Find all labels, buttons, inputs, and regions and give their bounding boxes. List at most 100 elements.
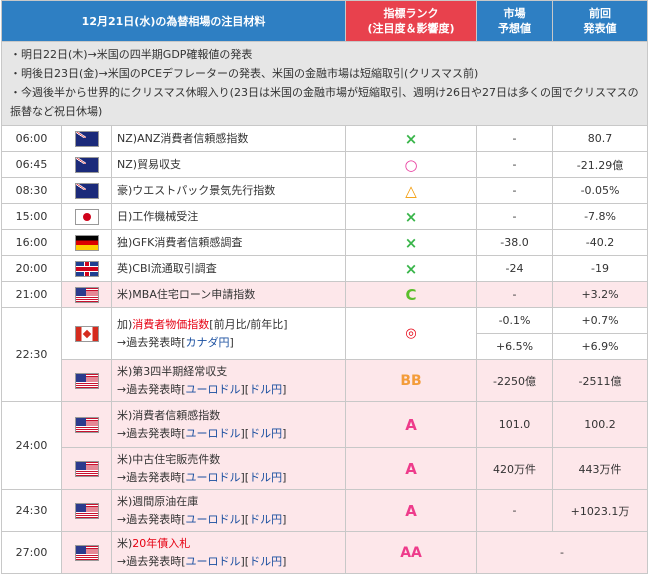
eurusd-history-link[interactable]: ユーロドル bbox=[186, 383, 241, 396]
history-suffix: ] bbox=[229, 335, 234, 349]
note-item: ・明日22日(木)→米国の四半期GDP確報値の発表 bbox=[10, 48, 253, 61]
previous-value: -40.2 bbox=[552, 229, 649, 256]
nz-flag-icon bbox=[74, 156, 99, 173]
history-prefix: →過去発表時[ bbox=[117, 512, 186, 526]
indicator-name: 日)工作機械受注 bbox=[110, 203, 347, 230]
history-suffix: ] bbox=[282, 382, 287, 396]
economic-calendar-table: 12月21日(水)の為替相場の注目材料 指標ランク (注目度＆影響度) 市場 予… bbox=[0, 0, 649, 574]
history-prefix: →過去発表時[ bbox=[117, 426, 186, 440]
rank-mark: A bbox=[345, 489, 478, 532]
table-row: 米)第3四半期経常収支 →過去発表時[ユーロドル][ドル円] BB -2250億… bbox=[2, 359, 649, 402]
previous-header-line1: 前回 bbox=[589, 7, 612, 20]
previous-value: +0.7% bbox=[552, 307, 649, 334]
rank-mark: BB bbox=[345, 359, 478, 402]
forecast-value: -0.1% bbox=[476, 307, 554, 334]
indicator-label: 消費者信頼感指数 bbox=[132, 408, 221, 422]
country-prefix: 豪) bbox=[117, 183, 133, 197]
indicator-name: 米)20年債入札 →過去発表時[ユーロドル][ドル円] bbox=[110, 531, 347, 574]
table-row: 22:30 加)消費者物価指数[前月比/前年比] →過去発表時[カナダ円] ◎ … bbox=[1, 307, 649, 402]
previous-value: -0.05% bbox=[552, 177, 649, 204]
usdjpy-history-link[interactable]: ドル円 bbox=[249, 471, 282, 484]
rank-mark: ◎ bbox=[345, 307, 478, 360]
previous-value: -21.29億 bbox=[552, 151, 649, 178]
usdjpy-history-link[interactable]: ドル円 bbox=[249, 427, 282, 440]
table-row: 24:30 米)週間原油在庫 →過去発表時[ユーロドル][ドル円] A - +1… bbox=[1, 489, 649, 532]
eurusd-history-link[interactable]: ユーロドル bbox=[186, 513, 241, 526]
previous-header-line2: 発表値 bbox=[583, 22, 617, 35]
table-row: 20:00 英)CBI流通取引調査 × -24 -19 bbox=[1, 255, 649, 282]
usdjpy-history-link[interactable]: ドル円 bbox=[249, 383, 282, 396]
indicator-label: 週間原油在庫 bbox=[132, 494, 199, 508]
country-prefix: 独) bbox=[117, 235, 133, 249]
indicator-name: NZ)貿易収支 bbox=[110, 151, 347, 178]
forecast-value: -38.0 bbox=[476, 229, 554, 256]
time-cell: 15:00 bbox=[1, 203, 62, 230]
previous-value: -7.8% bbox=[552, 203, 649, 230]
forecast-value: +6.5% bbox=[476, 333, 554, 360]
country-prefix: 米) bbox=[117, 408, 133, 422]
history-sep: ][ bbox=[240, 512, 250, 526]
eurusd-history-link[interactable]: ユーロドル bbox=[186, 555, 241, 568]
rank-header-line2: (注目度＆影響度) bbox=[367, 22, 455, 35]
indicator-label: 消費者物価指数 bbox=[132, 317, 210, 331]
country-prefix: 米) bbox=[117, 452, 133, 466]
usdjpy-history-link[interactable]: ドル円 bbox=[249, 555, 282, 568]
time-cell: 24:30 bbox=[1, 489, 62, 532]
us-flag-icon bbox=[74, 372, 99, 389]
table-row: 15:00 日)工作機械受注 × - -7.8% bbox=[1, 203, 649, 230]
result-value: - bbox=[476, 531, 649, 574]
country-prefix: NZ) bbox=[117, 131, 138, 145]
previous-value: 443万件 bbox=[552, 447, 649, 490]
indicator-suffix: [前月比/前年比] bbox=[209, 317, 288, 331]
rank-mark: × bbox=[345, 229, 478, 256]
history-suffix: ] bbox=[282, 554, 287, 568]
table-row: 24:00 米)消費者信頼感指数 →過去発表時[ユーロドル][ドル円] A 10… bbox=[1, 401, 649, 490]
note-item: ・明後日23日(金)→米国のPCEデフレーターの発表、米国の金融市場は短縮取引(… bbox=[10, 67, 479, 80]
indicator-label: 20年債入札 bbox=[132, 536, 191, 550]
forecast-value: - bbox=[476, 203, 554, 230]
rank-mark: C bbox=[345, 281, 478, 308]
history-sep: ][ bbox=[240, 470, 250, 484]
history-suffix: ] bbox=[282, 470, 287, 484]
indicator-name: 独)GFK消費者信頼感調査 bbox=[110, 229, 347, 256]
forecast-value: -2250億 bbox=[476, 359, 554, 402]
forecast-value: - bbox=[476, 177, 554, 204]
eurusd-history-link[interactable]: ユーロドル bbox=[186, 427, 241, 440]
forecast-value: -24 bbox=[476, 255, 554, 282]
eurusd-history-link[interactable]: ユーロドル bbox=[186, 471, 241, 484]
indicator-name: NZ)ANZ消費者信頼感指数 bbox=[110, 125, 347, 152]
time-cell: 20:00 bbox=[1, 255, 62, 282]
nz-flag-icon bbox=[74, 130, 99, 147]
time-cell: 08:30 bbox=[1, 177, 62, 204]
indicator-label: 第3四半期経常収支 bbox=[132, 364, 228, 378]
previous-value: +3.2% bbox=[552, 281, 649, 308]
indicator-name: 米)第3四半期経常収支 →過去発表時[ユーロドル][ドル円] bbox=[110, 359, 347, 402]
rank-mark: A bbox=[345, 447, 478, 490]
header-row: 12月21日(水)の為替相場の注目材料 指標ランク (注目度＆影響度) 市場 予… bbox=[0, 0, 649, 42]
rank-column-header: 指標ランク (注目度＆影響度) bbox=[345, 0, 478, 42]
cadjpy-history-link[interactable]: カナダ円 bbox=[186, 336, 230, 349]
forecast-value: - bbox=[476, 489, 554, 532]
history-sep: ][ bbox=[240, 382, 250, 396]
country-prefix: 米) bbox=[117, 494, 133, 508]
time-cell: 22:30 bbox=[1, 307, 62, 402]
country-prefix: 加) bbox=[117, 317, 133, 331]
forecast-value: - bbox=[476, 125, 554, 152]
indicator-name: 米)MBA住宅ローン申請指数 bbox=[110, 281, 347, 308]
usdjpy-history-link[interactable]: ドル円 bbox=[249, 513, 282, 526]
rank-mark: ○ bbox=[345, 151, 478, 178]
previous-value: +6.9% bbox=[552, 333, 649, 360]
table-row: 06:45 NZ)貿易収支 ○ - -21.29億 bbox=[1, 151, 649, 178]
page-title: 12月21日(水)の為替相場の注目材料 bbox=[0, 0, 347, 42]
de-flag-icon bbox=[74, 234, 99, 251]
country-prefix: 米) bbox=[117, 364, 133, 378]
time-cell: 16:00 bbox=[1, 229, 62, 256]
notes-box: ・明日22日(木)→米国の四半期GDP確報値の発表 ・明後日23日(金)→米国の… bbox=[0, 41, 649, 126]
country-prefix: 米) bbox=[117, 287, 133, 301]
indicator-name: 英)CBI流通取引調査 bbox=[110, 255, 347, 282]
indicator-name: 米)消費者信頼感指数 →過去発表時[ユーロドル][ドル円] bbox=[110, 401, 347, 448]
indicator-label: ウエストパック景気先行指数 bbox=[132, 183, 276, 197]
indicator-name: 米)中古住宅販売件数 →過去発表時[ユーロドル][ドル円] bbox=[110, 447, 347, 490]
us-flag-icon bbox=[74, 286, 99, 303]
forecast-value: - bbox=[476, 151, 554, 178]
